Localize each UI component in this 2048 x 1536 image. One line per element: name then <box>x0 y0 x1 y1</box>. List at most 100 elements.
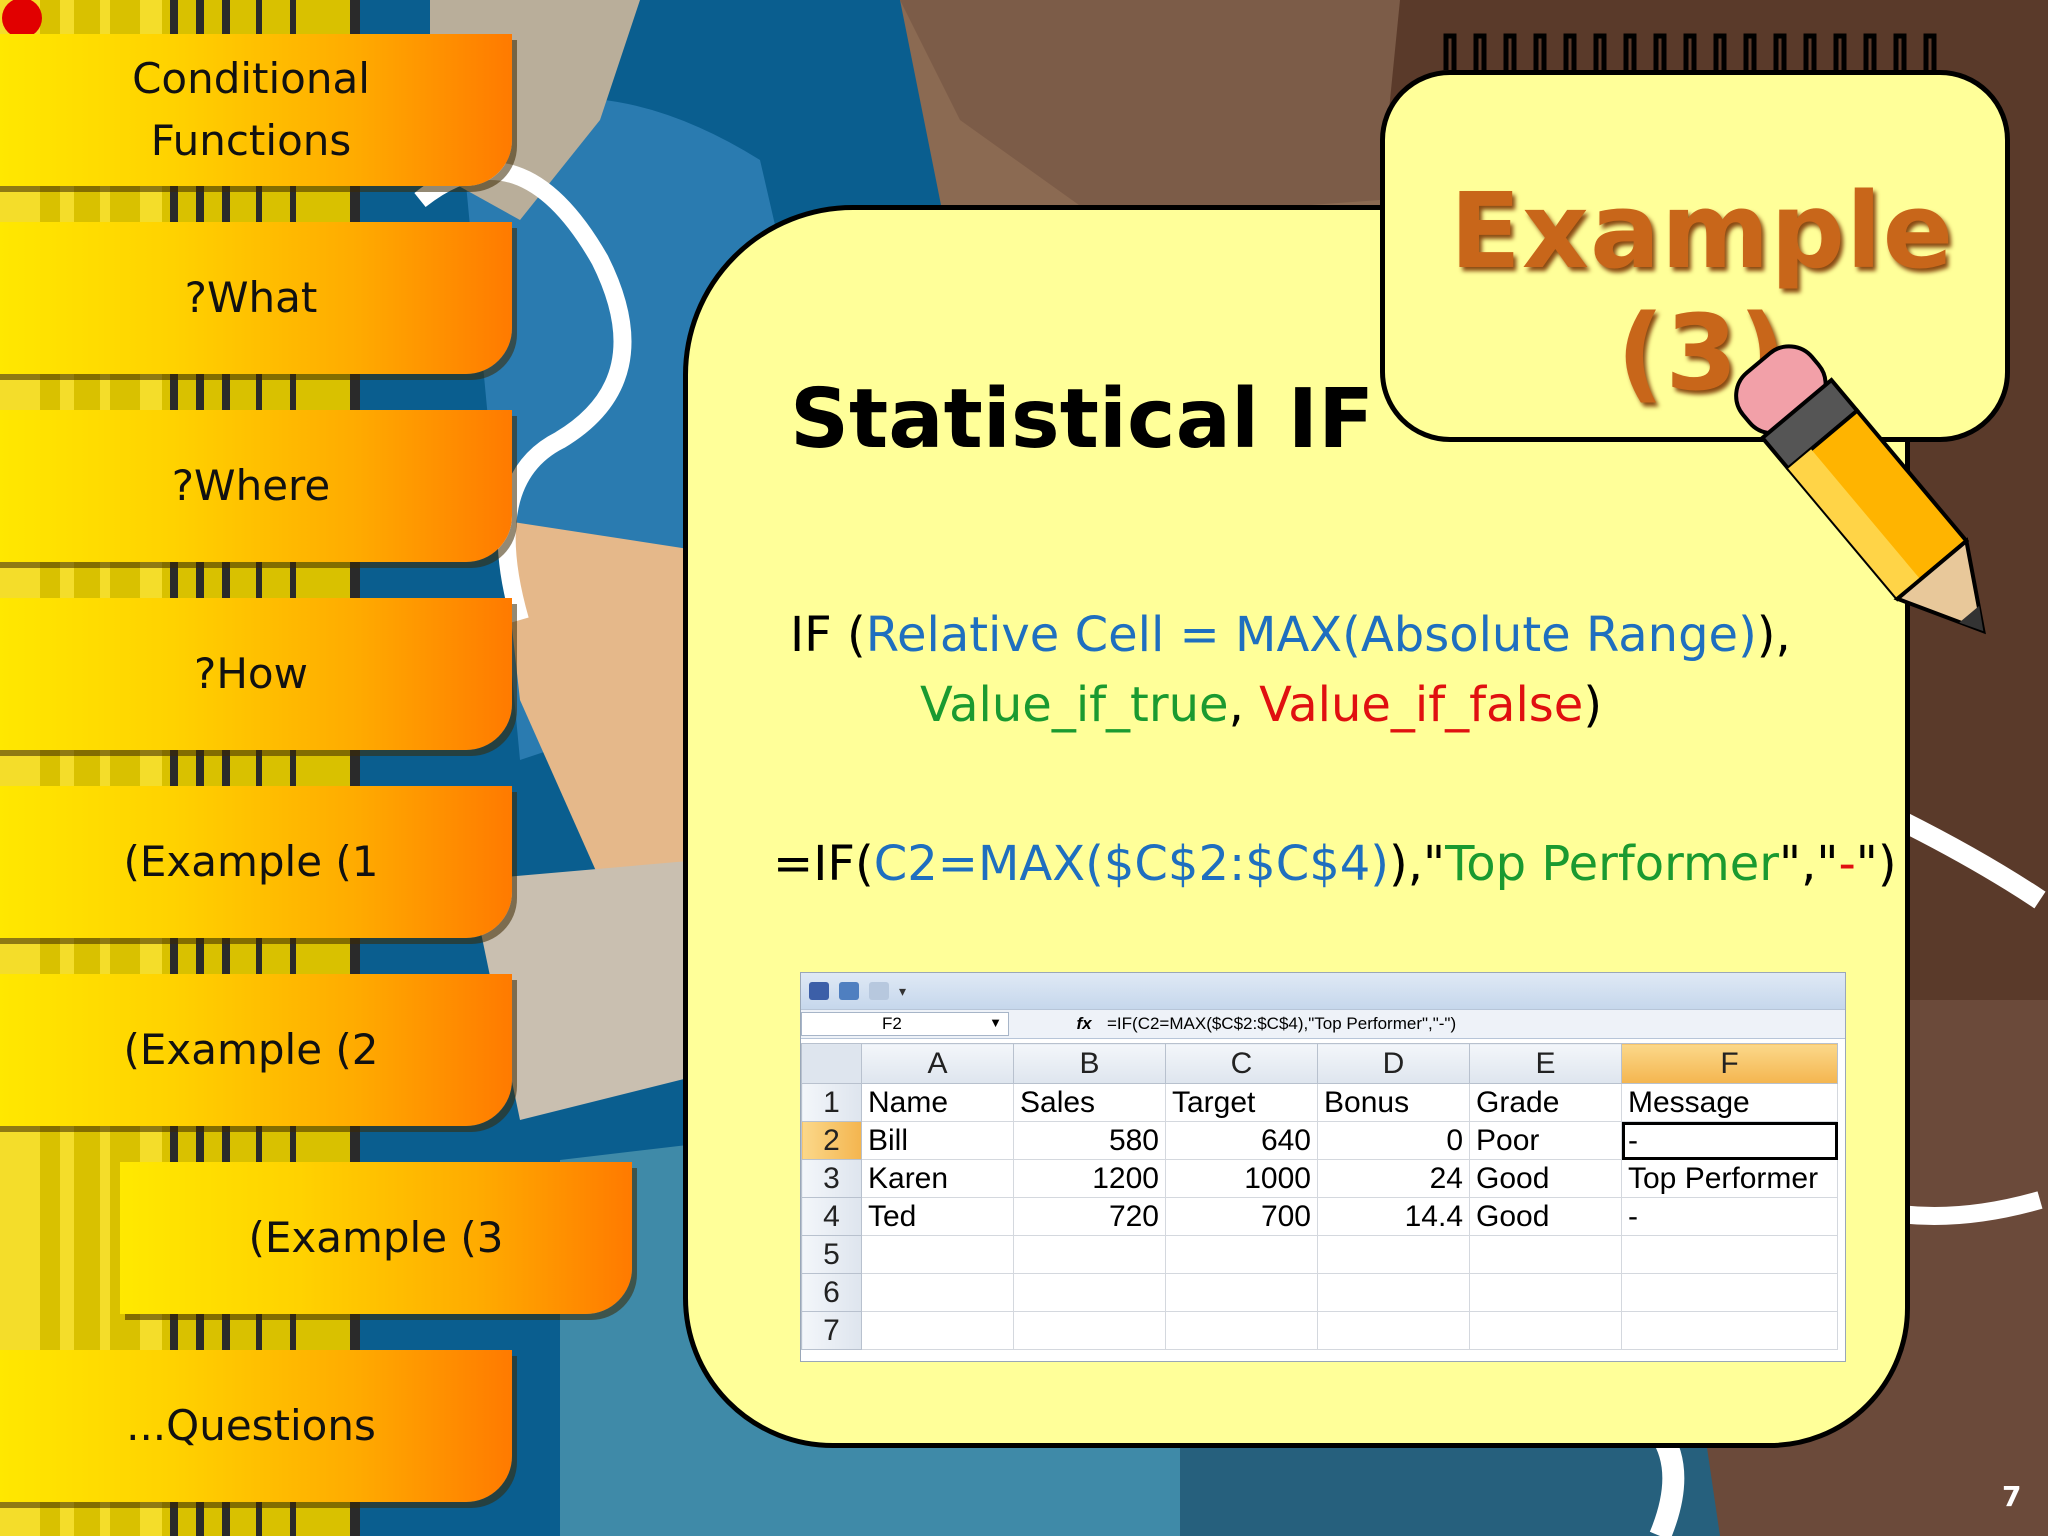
syntax-if-open: IF ( <box>790 607 866 663</box>
excel-screenshot: ▾ F2 ▼ fx =IF(C2=MAX($C$2:$C$4),"Top Perf… <box>800 972 1846 1362</box>
column-header-e[interactable]: E <box>1469 1043 1622 1084</box>
cell[interactable] <box>1165 1311 1318 1350</box>
column-header-c[interactable]: C <box>1165 1043 1318 1084</box>
cell[interactable]: Message <box>1621 1083 1838 1122</box>
cell[interactable]: Poor <box>1469 1121 1622 1160</box>
nav-what[interactable]: ?What <box>0 222 512 374</box>
table-row: 7 <box>801 1311 1838 1350</box>
row-header[interactable]: 2 <box>801 1121 862 1160</box>
cell[interactable] <box>861 1235 1014 1274</box>
nav-conditional-functions[interactable]: Conditional Functions <box>0 34 512 186</box>
cell[interactable]: 24 <box>1317 1159 1470 1198</box>
syntax-close: ) <box>1583 677 1603 733</box>
column-header-f[interactable]: F <box>1621 1043 1838 1084</box>
cell[interactable] <box>1621 1311 1838 1350</box>
cell[interactable]: Grade <box>1469 1083 1622 1122</box>
cell[interactable]: Good <box>1469 1159 1622 1198</box>
nav-how[interactable]: ?How <box>0 598 512 750</box>
redo-icon[interactable] <box>869 982 889 1000</box>
cell[interactable]: 580 <box>1013 1121 1166 1160</box>
syntax-value-false: Value_if_false <box>1259 677 1584 733</box>
cell[interactable]: 1000 <box>1165 1159 1318 1198</box>
select-all-corner[interactable] <box>801 1043 862 1084</box>
nav-label: ...Questions <box>126 1401 376 1450</box>
nav-label: (Example (1 <box>123 837 379 886</box>
cell[interactable]: 700 <box>1165 1197 1318 1236</box>
syntax-condition: Relative Cell = MAX(Absolute Range) <box>865 607 1757 663</box>
undo-icon[interactable] <box>839 982 859 1000</box>
cell[interactable]: 720 <box>1013 1197 1166 1236</box>
name-box-value: F2 <box>882 1014 902 1033</box>
nav-label: (Example (3 <box>248 1213 504 1262</box>
cell[interactable]: Ted <box>861 1197 1014 1236</box>
cell[interactable]: Good <box>1469 1197 1622 1236</box>
nav-example-1[interactable]: (Example (1 <box>0 786 512 938</box>
table-row: 3 Karen 1200 1000 24 Good Top Performer <box>801 1159 1838 1198</box>
name-box[interactable]: F2 ▼ <box>801 1012 1009 1036</box>
row-header[interactable]: 1 <box>801 1083 862 1122</box>
nav-example-2[interactable]: (Example (2 <box>0 974 512 1126</box>
active-cell[interactable]: - <box>1621 1121 1838 1160</box>
cell[interactable] <box>861 1273 1014 1312</box>
syntax-value-true: Value_if_true <box>920 677 1229 733</box>
cell[interactable] <box>1165 1235 1318 1274</box>
cell[interactable] <box>1621 1273 1838 1312</box>
formula-punct: "," <box>1779 836 1839 892</box>
save-icon[interactable] <box>809 982 829 1000</box>
cell[interactable]: Bill <box>861 1121 1014 1160</box>
nav-label: ?What <box>184 273 318 322</box>
cell[interactable]: 1200 <box>1013 1159 1166 1198</box>
cell[interactable] <box>1469 1235 1622 1274</box>
slide-heading: Statistical IF <box>790 372 1375 467</box>
row-header[interactable]: 5 <box>801 1235 862 1274</box>
nav-example-3[interactable]: (Example (3 <box>120 1162 632 1314</box>
formula-bar-input[interactable]: =IF(C2=MAX($C$2:$C$4),"Top Performer","-… <box>1107 1014 1456 1034</box>
formula-bar: F2 ▼ fx =IF(C2=MAX($C$2:$C$4),"Top Perfor… <box>801 1009 1845 1039</box>
cell[interactable] <box>1013 1311 1166 1350</box>
column-header-row: A B C D E F <box>801 1043 1838 1084</box>
column-header-d[interactable]: D <box>1317 1043 1470 1084</box>
chevron-down-icon[interactable]: ▼ <box>989 1015 1002 1030</box>
cell[interactable]: Top Performer <box>1621 1159 1838 1198</box>
nav-label: (Example (2 <box>123 1025 379 1074</box>
cell[interactable] <box>1621 1235 1838 1274</box>
nav-where[interactable]: ?Where <box>0 410 512 562</box>
cell[interactable]: - <box>1621 1197 1838 1236</box>
formula-condition: C2=MAX($C$2:$C$4) <box>873 836 1390 892</box>
cell[interactable]: 14.4 <box>1317 1197 1470 1236</box>
cell[interactable]: 0 <box>1317 1121 1470 1160</box>
cell[interactable] <box>861 1311 1014 1350</box>
cell[interactable] <box>1469 1311 1622 1350</box>
nav-label: Conditional Functions <box>132 54 370 165</box>
formula-punct: )," <box>1389 836 1446 892</box>
cell[interactable] <box>1317 1273 1470 1312</box>
cell[interactable] <box>1317 1311 1470 1350</box>
customize-toolbar-icon[interactable]: ▾ <box>899 983 906 1000</box>
cell[interactable]: Bonus <box>1317 1083 1470 1122</box>
cell[interactable] <box>1469 1273 1622 1312</box>
column-header-b[interactable]: B <box>1013 1043 1166 1084</box>
formula-start: =IF( <box>773 836 874 892</box>
cell[interactable]: 640 <box>1165 1121 1318 1160</box>
cell[interactable]: Sales <box>1013 1083 1166 1122</box>
worksheet-grid: A B C D E F 1 Name Sales Target Bonus Gr… <box>801 1043 1838 1350</box>
cell[interactable] <box>1013 1235 1166 1274</box>
cell[interactable]: Karen <box>861 1159 1014 1198</box>
fx-icon[interactable]: fx <box>1069 1014 1099 1034</box>
row-header[interactable]: 3 <box>801 1159 862 1198</box>
cell[interactable] <box>1165 1273 1318 1312</box>
cell[interactable] <box>1013 1273 1166 1312</box>
row-header[interactable]: 4 <box>801 1197 862 1236</box>
cell[interactable]: Name <box>861 1083 1014 1122</box>
formula-false-text: - <box>1838 836 1856 892</box>
nav-questions[interactable]: ...Questions <box>0 1350 512 1502</box>
row-header[interactable]: 7 <box>801 1311 862 1350</box>
formula-end: ") <box>1855 836 1897 892</box>
cell[interactable] <box>1317 1235 1470 1274</box>
syntax-separator: , <box>1228 677 1260 733</box>
quick-access-toolbar: ▾ <box>801 973 1845 1009</box>
pencil-icon <box>1734 344 1986 635</box>
cell[interactable]: Target <box>1165 1083 1318 1122</box>
column-header-a[interactable]: A <box>861 1043 1014 1084</box>
row-header[interactable]: 6 <box>801 1273 862 1312</box>
